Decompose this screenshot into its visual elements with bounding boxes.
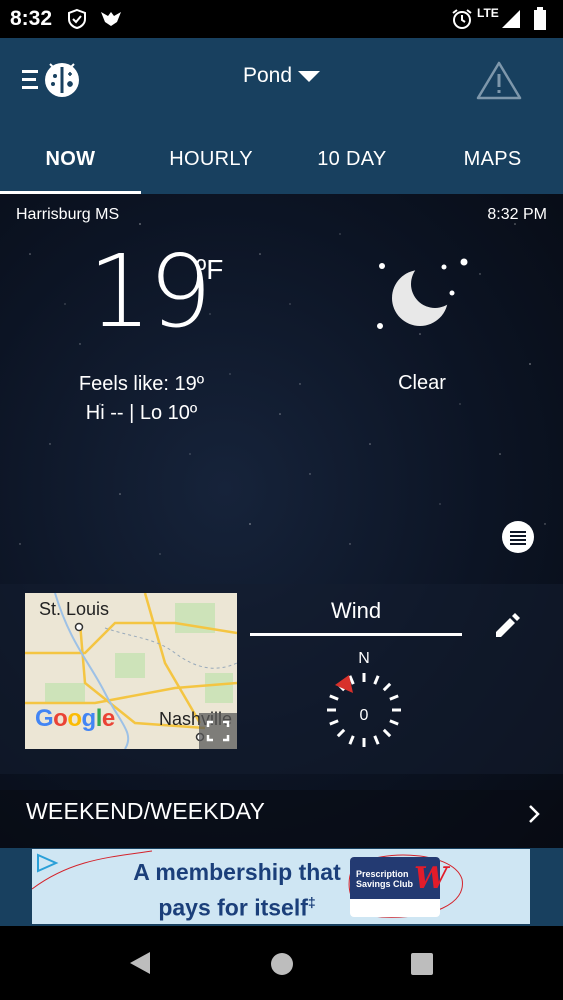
- compass-tick: [336, 728, 346, 738]
- weekend-weekday-label[interactable]: WEEKEND/WEEKDAY: [26, 798, 265, 825]
- ad-line-1[interactable]: A membership that: [92, 857, 382, 887]
- compass-tick: [382, 682, 392, 692]
- wind-speed: 0: [360, 707, 369, 724]
- network-type: LTE: [477, 6, 499, 20]
- shield-icon: [68, 8, 86, 30]
- google-logo: Google: [35, 705, 115, 732]
- weekend-weekday-row[interactable]: WEEKEND/WEEKDAY: [0, 790, 563, 848]
- ad-dagger: ‡: [307, 894, 316, 910]
- wind-title: Wind: [330, 598, 382, 623]
- condition-text: Clear: [398, 372, 446, 394]
- ad-line-2-wrap[interactable]: pays for itself‡: [92, 887, 382, 923]
- back-icon[interactable]: [128, 950, 152, 976]
- battery-icon: [534, 7, 546, 30]
- home-icon[interactable]: [270, 952, 294, 976]
- map-label-st-louis: St. Louis: [39, 599, 110, 619]
- temperature-value: 19: [88, 233, 212, 350]
- ad-brand-logo: W: [414, 861, 448, 896]
- compass-tick: [348, 735, 355, 745]
- compass-tick: [329, 694, 339, 701]
- status-bar: 8:32 LTE: [0, 0, 563, 38]
- compass-icon: N 0: [327, 650, 401, 747]
- hi-lo-text: Hi -- | Lo 10º: [85, 402, 198, 424]
- moon-icon: [377, 258, 468, 329]
- app-bar: Pond: [0, 38, 563, 120]
- compass-tick: [382, 728, 392, 738]
- tab-hourly[interactable]: HOURLY: [141, 120, 282, 194]
- map-card[interactable]: St. Louis Nashville Google: [25, 593, 237, 749]
- compass-tick: [389, 694, 399, 701]
- ad-banner[interactable]: A membership that pays for itself‡ Presc…: [32, 849, 530, 924]
- city-name: Harrisburg MS: [16, 206, 120, 223]
- tab-maps[interactable]: MAPS: [422, 120, 563, 194]
- expand-icon[interactable]: [199, 713, 237, 749]
- ad-card[interactable]: Prescription Savings Club W: [350, 857, 448, 917]
- current-conditions-panel: Harrisburg MS 8:32 PM 19 ºF Feels like: …: [0, 194, 563, 848]
- feels-like-block: Feels like: 19º Hi -- | Lo 10º: [0, 370, 283, 428]
- compass-tick: [329, 719, 339, 726]
- pencil-icon[interactable]: [492, 610, 522, 640]
- compass-tick: [373, 735, 380, 745]
- recents-icon[interactable]: [410, 952, 434, 976]
- compass-tick: [373, 675, 380, 685]
- signal-icon: [502, 10, 520, 28]
- tab-now[interactable]: NOW: [0, 120, 141, 194]
- ad-headline[interactable]: A membership that pays for itself‡: [92, 857, 382, 923]
- feels-like-text: Feels like: 19º: [78, 373, 205, 395]
- chevron-right-icon[interactable]: [526, 802, 542, 826]
- local-time: 8:32 PM: [487, 206, 547, 223]
- alarm-icon: [452, 9, 472, 29]
- app-header: Pond NOW HOURLY 10 DAY MAPS: [0, 38, 563, 194]
- alert-triangle-icon[interactable]: [476, 60, 522, 100]
- ad-line-2[interactable]: pays for itself: [158, 895, 308, 921]
- ad-card-title: Prescription Savings Club: [356, 869, 414, 889]
- tab-10-day[interactable]: 10 DAY: [282, 120, 423, 194]
- dropdown-caret-icon[interactable]: [298, 70, 321, 82]
- system-nav-bar: [0, 926, 563, 1000]
- status-time: 8:32: [10, 7, 53, 30]
- bird-icon: [101, 12, 121, 26]
- compass-north-label: N: [358, 650, 370, 667]
- location-name[interactable]: Pond: [243, 64, 292, 88]
- compass-tick: [389, 719, 399, 726]
- temperature-unit: ºF: [196, 254, 224, 285]
- wind-divider: [250, 633, 462, 636]
- tab-bar: NOW HOURLY 10 DAY MAPS: [0, 120, 563, 194]
- list-icon[interactable]: [502, 521, 534, 553]
